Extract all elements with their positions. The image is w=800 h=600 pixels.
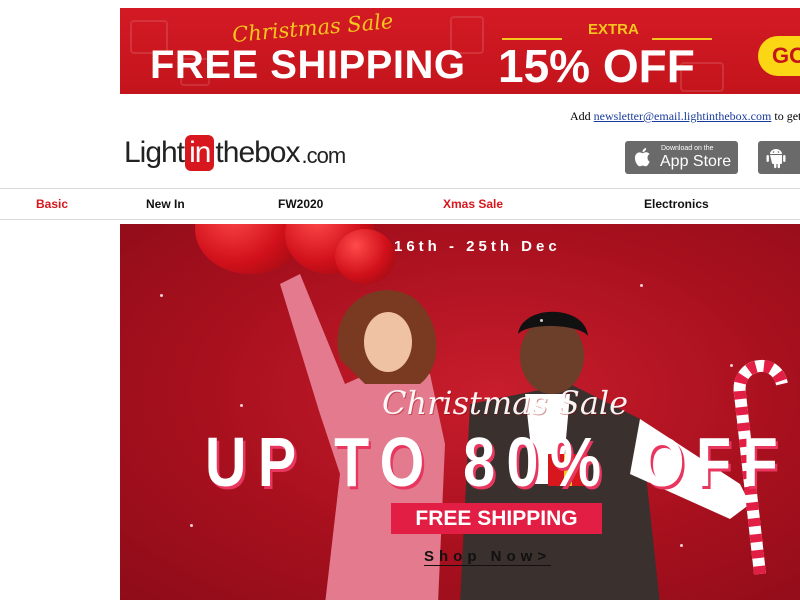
hero-date: 16th - 25th Dec <box>394 238 561 255</box>
banner-discount: 15% OFF <box>498 40 695 92</box>
nav-item-xmas-sale[interactable]: Xmas Sale <box>443 197 503 211</box>
logo-text-light: Light <box>124 136 185 169</box>
android-icon <box>766 149 786 169</box>
sparkle <box>240 404 243 407</box>
newsletter-email-link[interactable]: newsletter@email.lightinthebox.com <box>594 109 772 123</box>
nav-item-new-in[interactable]: New In <box>146 197 185 211</box>
hero-headline: UP TO 80% OFF <box>205 423 790 501</box>
promo-banner[interactable]: Christmas Sale FREE SHIPPING EXTRA 15% O… <box>120 8 800 94</box>
app-store-caption: Download on the <box>661 145 714 152</box>
category-nav: Basic New In FW2020 Xmas Sale Electronic… <box>0 188 800 220</box>
site-logo[interactable]: Light in thebox .com <box>124 133 347 173</box>
sparkle <box>730 364 733 367</box>
newsletter-suffix: to get <box>774 109 800 123</box>
hero-banner[interactable]: 16th - 25th Dec Christmas Sale UP TO 80%… <box>120 224 800 600</box>
newsletter-prefix: Add <box>570 109 591 123</box>
sparkle <box>160 294 163 297</box>
sparkle <box>190 524 193 527</box>
banner-headline: FREE SHIPPING <box>150 43 466 87</box>
banner-script-title: Christmas Sale <box>231 9 395 47</box>
nav-item-electronics[interactable]: Electronics <box>644 197 709 211</box>
banner-go-button[interactable]: GO <box>758 36 800 76</box>
app-store-button[interactable]: Download on the App Store <box>625 141 738 174</box>
logo-text-thebox: thebox <box>215 136 300 169</box>
sparkle <box>680 544 683 547</box>
sparkle <box>640 284 643 287</box>
logo-text-in: in <box>185 135 215 171</box>
shop-now-link[interactable]: Shop Now> <box>424 548 552 566</box>
nav-item-fw2020[interactable]: FW2020 <box>278 197 323 211</box>
sparkle <box>540 319 543 322</box>
hero-shipping-badge: FREE SHIPPING <box>391 503 602 534</box>
banner-extra-label: EXTRA <box>588 21 639 38</box>
android-app-button[interactable] <box>758 141 800 174</box>
logo-text-com: .com <box>301 143 347 168</box>
app-store-label: App Store <box>660 153 732 170</box>
hero-script-title: Christmas Sale <box>382 384 629 422</box>
apple-icon <box>634 148 650 167</box>
nav-item-basic[interactable]: Basic <box>36 197 68 211</box>
newsletter-notice: Add newsletter@email.lightinthebox.com t… <box>570 109 800 124</box>
